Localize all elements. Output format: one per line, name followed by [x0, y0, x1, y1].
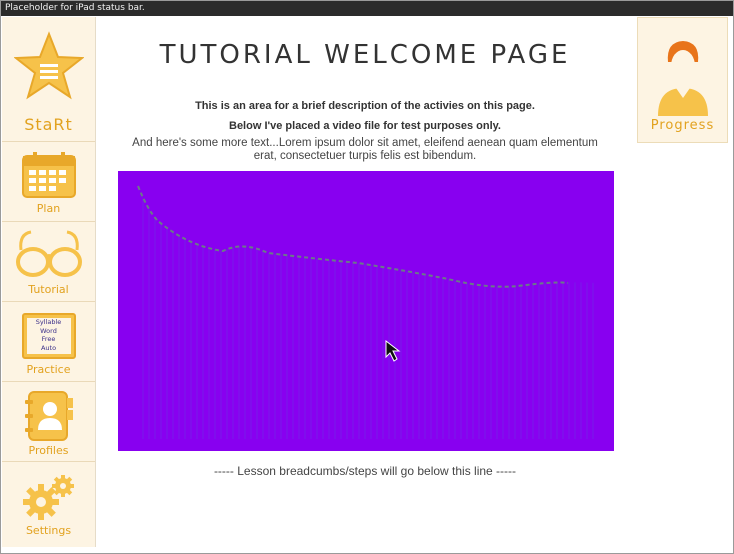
video-frame	[137, 185, 598, 439]
sidebar-item-start[interactable]: StaRt	[2, 17, 95, 142]
sidebar-item-tutorial[interactable]: Tutorial	[2, 222, 95, 302]
sidebar-item-plan[interactable]: Plan	[2, 142, 95, 222]
sidebar-item-settings[interactable]: Settings	[2, 462, 95, 547]
status-bar: Placeholder for iPad status bar.	[1, 1, 733, 16]
practice-free: Free	[41, 335, 56, 343]
glasses-icon	[15, 230, 82, 277]
description-line-1: This is an area for a brief description …	[195, 100, 535, 112]
sidebar-item-practice[interactable]: Syllable Word Free Auto Practice	[2, 302, 95, 382]
sidebar-item-label: Settings	[25, 524, 72, 537]
sidebar-item-label: StaRt	[24, 115, 73, 134]
sidebar: StaRt Plan Tutorial Syllable Word Free A…	[2, 17, 96, 547]
star-icon	[13, 31, 84, 100]
sidebar-item-label: Plan	[36, 202, 61, 215]
gears-icon	[22, 475, 74, 520]
sidebar-item-label: Tutorial	[28, 283, 69, 296]
practice-board-icon: Syllable Word Free Auto	[21, 313, 76, 359]
address-book-icon	[24, 391, 73, 441]
practice-syllable: Syllable	[35, 318, 62, 326]
calendar-icon	[21, 152, 76, 198]
practice-auto: Auto	[40, 343, 57, 352]
progress-label: Progress	[650, 118, 715, 133]
description-line-3: And here's some more text...Lorem ipsum …	[132, 137, 598, 162]
user-avatar-icon	[658, 41, 708, 116]
sidebar-item-profiles[interactable]: Profiles	[2, 382, 95, 462]
page-title: TUTORIAL WELCOME PAGE	[159, 40, 571, 70]
video-player[interactable]	[118, 171, 614, 451]
breadcrumb-divider: ----- Lesson breadcumbs/steps will go be…	[213, 464, 517, 478]
sidebar-item-label: Profiles	[28, 444, 69, 457]
progress-button[interactable]: Progress	[637, 17, 728, 143]
description-line-2: Below I've placed a video file for test …	[229, 120, 501, 132]
sidebar-item-label: Practice	[26, 363, 71, 376]
practice-word: Word	[40, 326, 57, 335]
